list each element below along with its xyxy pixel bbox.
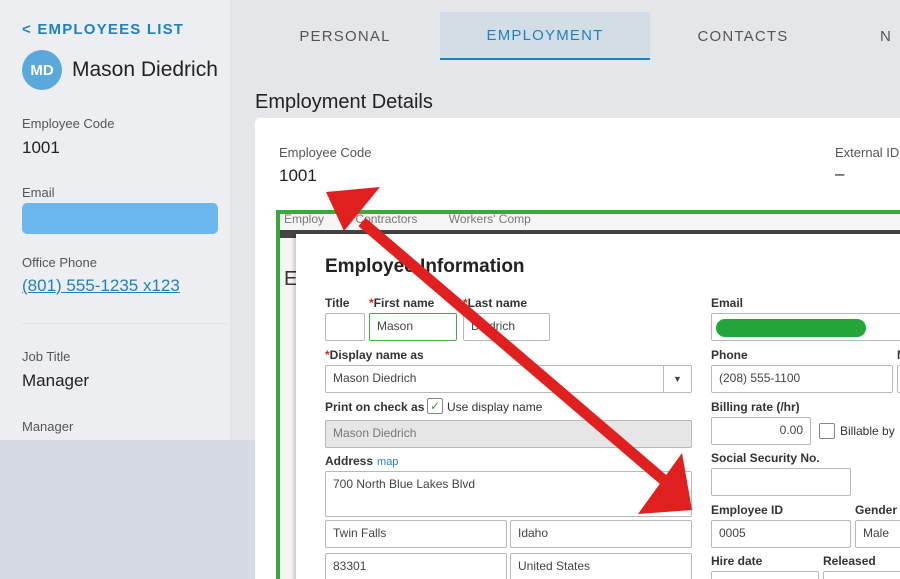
chevron-down-icon[interactable]: ▼ (663, 366, 691, 392)
released-input[interactable] (823, 571, 900, 579)
email-redacted-green (716, 319, 866, 337)
embedded-tab-contractors: Contractors (355, 212, 418, 226)
tab-employment[interactable]: EMPLOYMENT (440, 12, 650, 60)
email-redacted (22, 203, 218, 234)
address-label: Address map (325, 454, 399, 468)
phone-label: Phone (711, 348, 748, 362)
last-name-input[interactable]: Diedrich (463, 313, 550, 341)
external-id-value: – (835, 164, 845, 183)
hire-date-input[interactable] (711, 571, 819, 579)
external-id-label: External ID (835, 145, 900, 160)
employee-information-dialog: Employee Information Title *First name *… (296, 234, 900, 579)
map-link[interactable]: map (377, 456, 398, 468)
employee-code-value: 1001 (22, 138, 60, 157)
street-address-input[interactable]: 700 North Blue Lakes Blvd (325, 471, 692, 517)
phone-input[interactable]: (208) 555-1100 (711, 365, 893, 393)
display-name-label: *Display name as (325, 348, 424, 362)
sidebar-divider (22, 323, 228, 324)
avatar: MD (22, 50, 62, 90)
ssn-label: Social Security No. (711, 451, 820, 465)
billable-label: Billable by (840, 424, 895, 438)
country-input[interactable]: United States (510, 553, 692, 579)
first-name-label: *First name (369, 296, 435, 310)
embedded-tab-strip: Employ Contractors Workers' Comp (284, 212, 559, 226)
employees-list-link[interactable]: < EMPLOYEES LIST (22, 21, 184, 38)
last-name-label: *Last name (463, 296, 528, 310)
use-display-name-label: Use display name (447, 400, 543, 414)
first-name-input[interactable]: Mason (369, 313, 457, 341)
city-input[interactable]: Twin Falls (325, 520, 507, 548)
manager-label: Manager (22, 419, 74, 434)
released-label: Released (823, 554, 876, 568)
title-label: Title (325, 296, 350, 310)
email-input[interactable] (711, 313, 900, 341)
employee-id-input[interactable]: 0005 (711, 520, 851, 548)
use-display-name-checkbox[interactable]: ✓ (427, 398, 443, 414)
embedded-tab-workers-comp: Workers' Comp (448, 212, 531, 226)
print-on-check-label: Print on check as (325, 400, 425, 414)
billing-rate-label: Billing rate (/hr) (711, 400, 800, 414)
state-input[interactable]: Idaho (510, 520, 692, 548)
hire-date-label: Hire date (711, 554, 763, 568)
gender-label: Gender (855, 503, 898, 517)
office-phone-label: Office Phone (22, 255, 97, 270)
ssn-input[interactable] (711, 468, 851, 496)
print-on-check-input: Mason Diedrich (325, 420, 692, 448)
card-employee-code-value: 1001 (279, 166, 317, 185)
embedded-screenshot: Employ Contractors Workers' Comp E Emplo… (276, 210, 900, 579)
email-label: Email (22, 185, 55, 200)
billable-checkbox[interactable] (819, 423, 835, 439)
zip-input[interactable]: 83301 (325, 553, 507, 579)
dialog-title: Employee Information (325, 256, 525, 277)
gender-select[interactable]: Male (855, 520, 900, 548)
checkmark-icon: ✓ (429, 399, 441, 413)
display-name-select[interactable]: Mason Diedrich ▼ (325, 365, 692, 393)
tab-contacts[interactable]: CONTACTS (650, 12, 836, 60)
embedded-tab-employees: Employ (284, 212, 325, 226)
tab-personal[interactable]: PERSONAL (250, 12, 440, 60)
display-name-value: Mason Diedrich (333, 371, 417, 385)
employee-name: Mason Diedrich (72, 58, 218, 81)
office-phone-link[interactable]: (801) 555-1235 x123 (22, 276, 180, 296)
billing-rate-input[interactable]: 0.00 (711, 417, 811, 445)
email-label-embedded: Email (711, 296, 744, 310)
job-title-label: Job Title (22, 349, 71, 364)
employee-id-label: Employee ID (711, 503, 784, 517)
card-employee-code-label: Employee Code (279, 145, 372, 160)
background-panel (0, 440, 276, 579)
employee-sidebar: < EMPLOYEES LIST MD Mason Diedrich Emplo… (0, 0, 230, 440)
employee-code-label: Employee Code (22, 116, 115, 131)
tab-next-partial[interactable]: N (880, 12, 900, 60)
section-title: Employment Details (255, 91, 433, 113)
job-title-value: Manager (22, 371, 90, 390)
title-input[interactable] (325, 313, 365, 341)
